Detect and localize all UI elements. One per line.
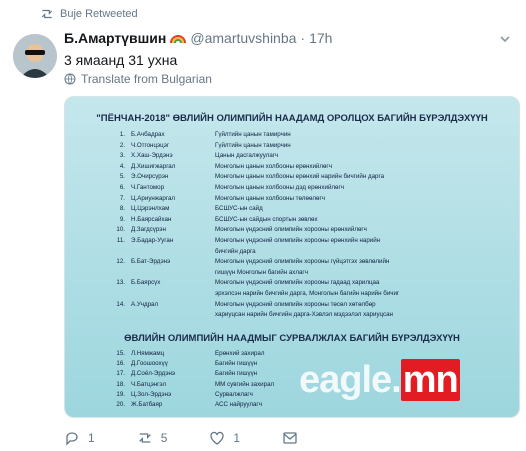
document-title: "ПЁНЧАН-2018" ӨВЛИЙН ОЛИМПИЙН НААДАМД ОР…	[96, 113, 488, 124]
roster-num: 7.	[119, 194, 125, 202]
roster-num: 10.	[116, 226, 125, 234]
dm-button[interactable]	[282, 430, 298, 446]
roster-name: Ц.Зол-Эрдэнэ	[131, 390, 172, 398]
roster-num: 15.	[116, 350, 125, 357]
roster-name: Х.Хаш-Эрдэнэ	[131, 152, 173, 160]
roster-name: Б.Бат-Эрдэнэ	[131, 258, 171, 266]
chevron-down-icon[interactable]	[498, 32, 512, 46]
retweet-label[interactable]: Buje Retweeted	[60, 8, 138, 20]
roster-role: Монголын үндэсний олимпийн хорооны гадаа…	[215, 279, 380, 287]
roster-name: Б.Ачбадрах	[131, 131, 165, 138]
eagle-watermark: eagle.mn	[299, 359, 460, 402]
roster-num: 20.	[116, 401, 125, 408]
tweet-header: Б.Амартүвшин @amartuvshinba · 17h	[64, 30, 332, 46]
reply-icon	[66, 432, 78, 446]
heart-icon	[210, 431, 225, 445]
roster-name: Д.Загдсүрэн	[131, 226, 166, 234]
roster-role: АСС найруулагч	[215, 401, 262, 408]
roster-num: 12.	[116, 258, 125, 266]
roster-role: БСШУС-ын сайд	[215, 205, 263, 213]
roster-name: Э.Бадар-Ууган	[131, 237, 174, 244]
reply-count: 1	[88, 431, 95, 445]
roster-role: Цанын дасгалжуулагч	[215, 152, 279, 160]
message-icon	[283, 432, 297, 444]
roster-num: 13.	[116, 279, 125, 287]
roster-role: Монголын үндэсний олимпийн хорооны ерөнх…	[215, 237, 381, 244]
document-subtitle: ӨВЛИЙН ОЛИМПИЙН НААДМЫГ СУРВАЛЖЛАХ БАГИЙ…	[124, 333, 460, 344]
roster-role: Сурвалжлагч	[215, 390, 253, 398]
roster-num: 6.	[119, 184, 125, 191]
tweet-actions: 1 5 1	[64, 430, 340, 446]
roster-name: Д.Соёл-Эрдэнэ	[131, 370, 176, 378]
roster-num: 11.	[116, 237, 125, 244]
roster-role: Гүйлтийн цанын тамирчин	[215, 141, 291, 149]
watermark-accent: mn	[400, 359, 460, 401]
reply-button[interactable]: 1	[64, 430, 95, 446]
roster-num: 18.	[116, 380, 125, 388]
author-name[interactable]: Б.Амартүвшин	[64, 30, 166, 46]
roster-name: Д.Хишигжаргал	[131, 162, 176, 170]
roster-name: Н.Баярсайхан	[131, 215, 172, 223]
roster-role: Багийн гишүүн	[215, 370, 258, 378]
roster-name: Э.Очирсүрэн	[131, 173, 169, 181]
roster-num: 19.	[116, 390, 125, 398]
roster-num: 16.	[116, 360, 125, 368]
retweet-button[interactable]: 5	[137, 430, 168, 446]
roster-role: ММ сувгийн захирал	[215, 380, 275, 388]
roster-role: хариуцсан нарийн бичгийн дарга-Хэвлэл мэ…	[215, 311, 393, 319]
roster-role: эрхэлсэн нарийн бичгийн дарга, Монголын …	[215, 290, 400, 297]
roster-role: гишүүн Монголын багийн ахлагч	[215, 268, 308, 276]
roster-name: Ч.Гантомор	[131, 184, 165, 191]
retweet-icon	[138, 433, 151, 443]
roster-role: Монголын цанын холбооны ерөнхий нарийн б…	[215, 173, 385, 181]
roster-name: Д.Гоошоохүү	[131, 360, 168, 368]
roster-num: 3.	[119, 152, 125, 160]
roster-role: Гүйлтийн цанын тамирчин	[215, 131, 291, 138]
watermark-text: eagle.	[299, 359, 402, 401]
roster-name: А.Учдрал	[131, 300, 159, 308]
timestamp[interactable]: 17h	[309, 30, 332, 46]
roster-num: 4.	[119, 162, 125, 170]
roster-role: Монголын үндэсний олимпийн хорооны гүйцэ…	[215, 258, 390, 266]
tweet-text: 3 ямаанд 31 ухна	[64, 52, 178, 68]
translate-link[interactable]: Translate from Bulgarian	[64, 72, 212, 86]
roster-num: 1.	[119, 131, 125, 138]
roster-role: Ерөнхий захирал	[215, 350, 265, 357]
roster-num: 9.	[119, 215, 125, 223]
roster-num: 14.	[116, 300, 125, 308]
roster-num: 8.	[119, 205, 125, 213]
roster-name: Ц.Цэрэнлхам	[131, 205, 170, 213]
roster-name: Б.Баярсүх	[131, 279, 161, 287]
separator-dot: ·	[300, 30, 306, 46]
roster-role: Монголын цанын холбооны дэд ерөнхийлөгч	[215, 184, 344, 191]
roster-num: 17.	[116, 370, 125, 378]
translate-label: Translate from Bulgarian	[81, 72, 212, 86]
rainbow-icon	[170, 35, 187, 44]
roster-role: Монголын үндэсний олимпийн хорооны төсөл…	[215, 300, 376, 308]
roster-role: Монголын үндэсний олимпийн хорооны ерөнх…	[215, 226, 367, 234]
retweet-context: Buje Retweeted	[40, 8, 138, 20]
roster-num: 5.	[119, 173, 125, 181]
retweet-count: 5	[160, 431, 168, 445]
roster-name: Ч.Батцэнгэл	[131, 380, 167, 388]
roster-name: Ц.Ариунжаргал	[131, 194, 176, 202]
roster-name: Ч.Отгонцэцэг	[131, 141, 170, 149]
roster-role: БСШУС-ын сайдын спортын зөвлөх	[215, 215, 318, 223]
roster-name: Ж.Батбаяр	[131, 401, 163, 408]
retweet-icon	[41, 9, 53, 19]
author-handle[interactable]: @amartuvshinba	[190, 30, 296, 46]
tweet-image[interactable]: "ПЁНЧАН-2018" ӨВЛИЙН ОЛИМПИЙН НААДАМД ОР…	[64, 96, 520, 418]
roster-role: бичгийн дарга	[215, 247, 256, 255]
roster-role: Багийн гишүүн	[215, 360, 258, 368]
avatar[interactable]	[13, 34, 57, 78]
roster-role: Монголын цанын холбооны төлөөлөгч	[215, 194, 325, 202]
like-count: 1	[233, 431, 241, 445]
like-button[interactable]: 1	[209, 430, 240, 446]
globe-icon	[64, 73, 76, 85]
roster-name: Л.Нямжамц	[131, 350, 165, 357]
roster-num: 2.	[119, 141, 125, 149]
roster-role: Монголын цанын холбооны ерөнхийлөгч	[215, 162, 332, 170]
